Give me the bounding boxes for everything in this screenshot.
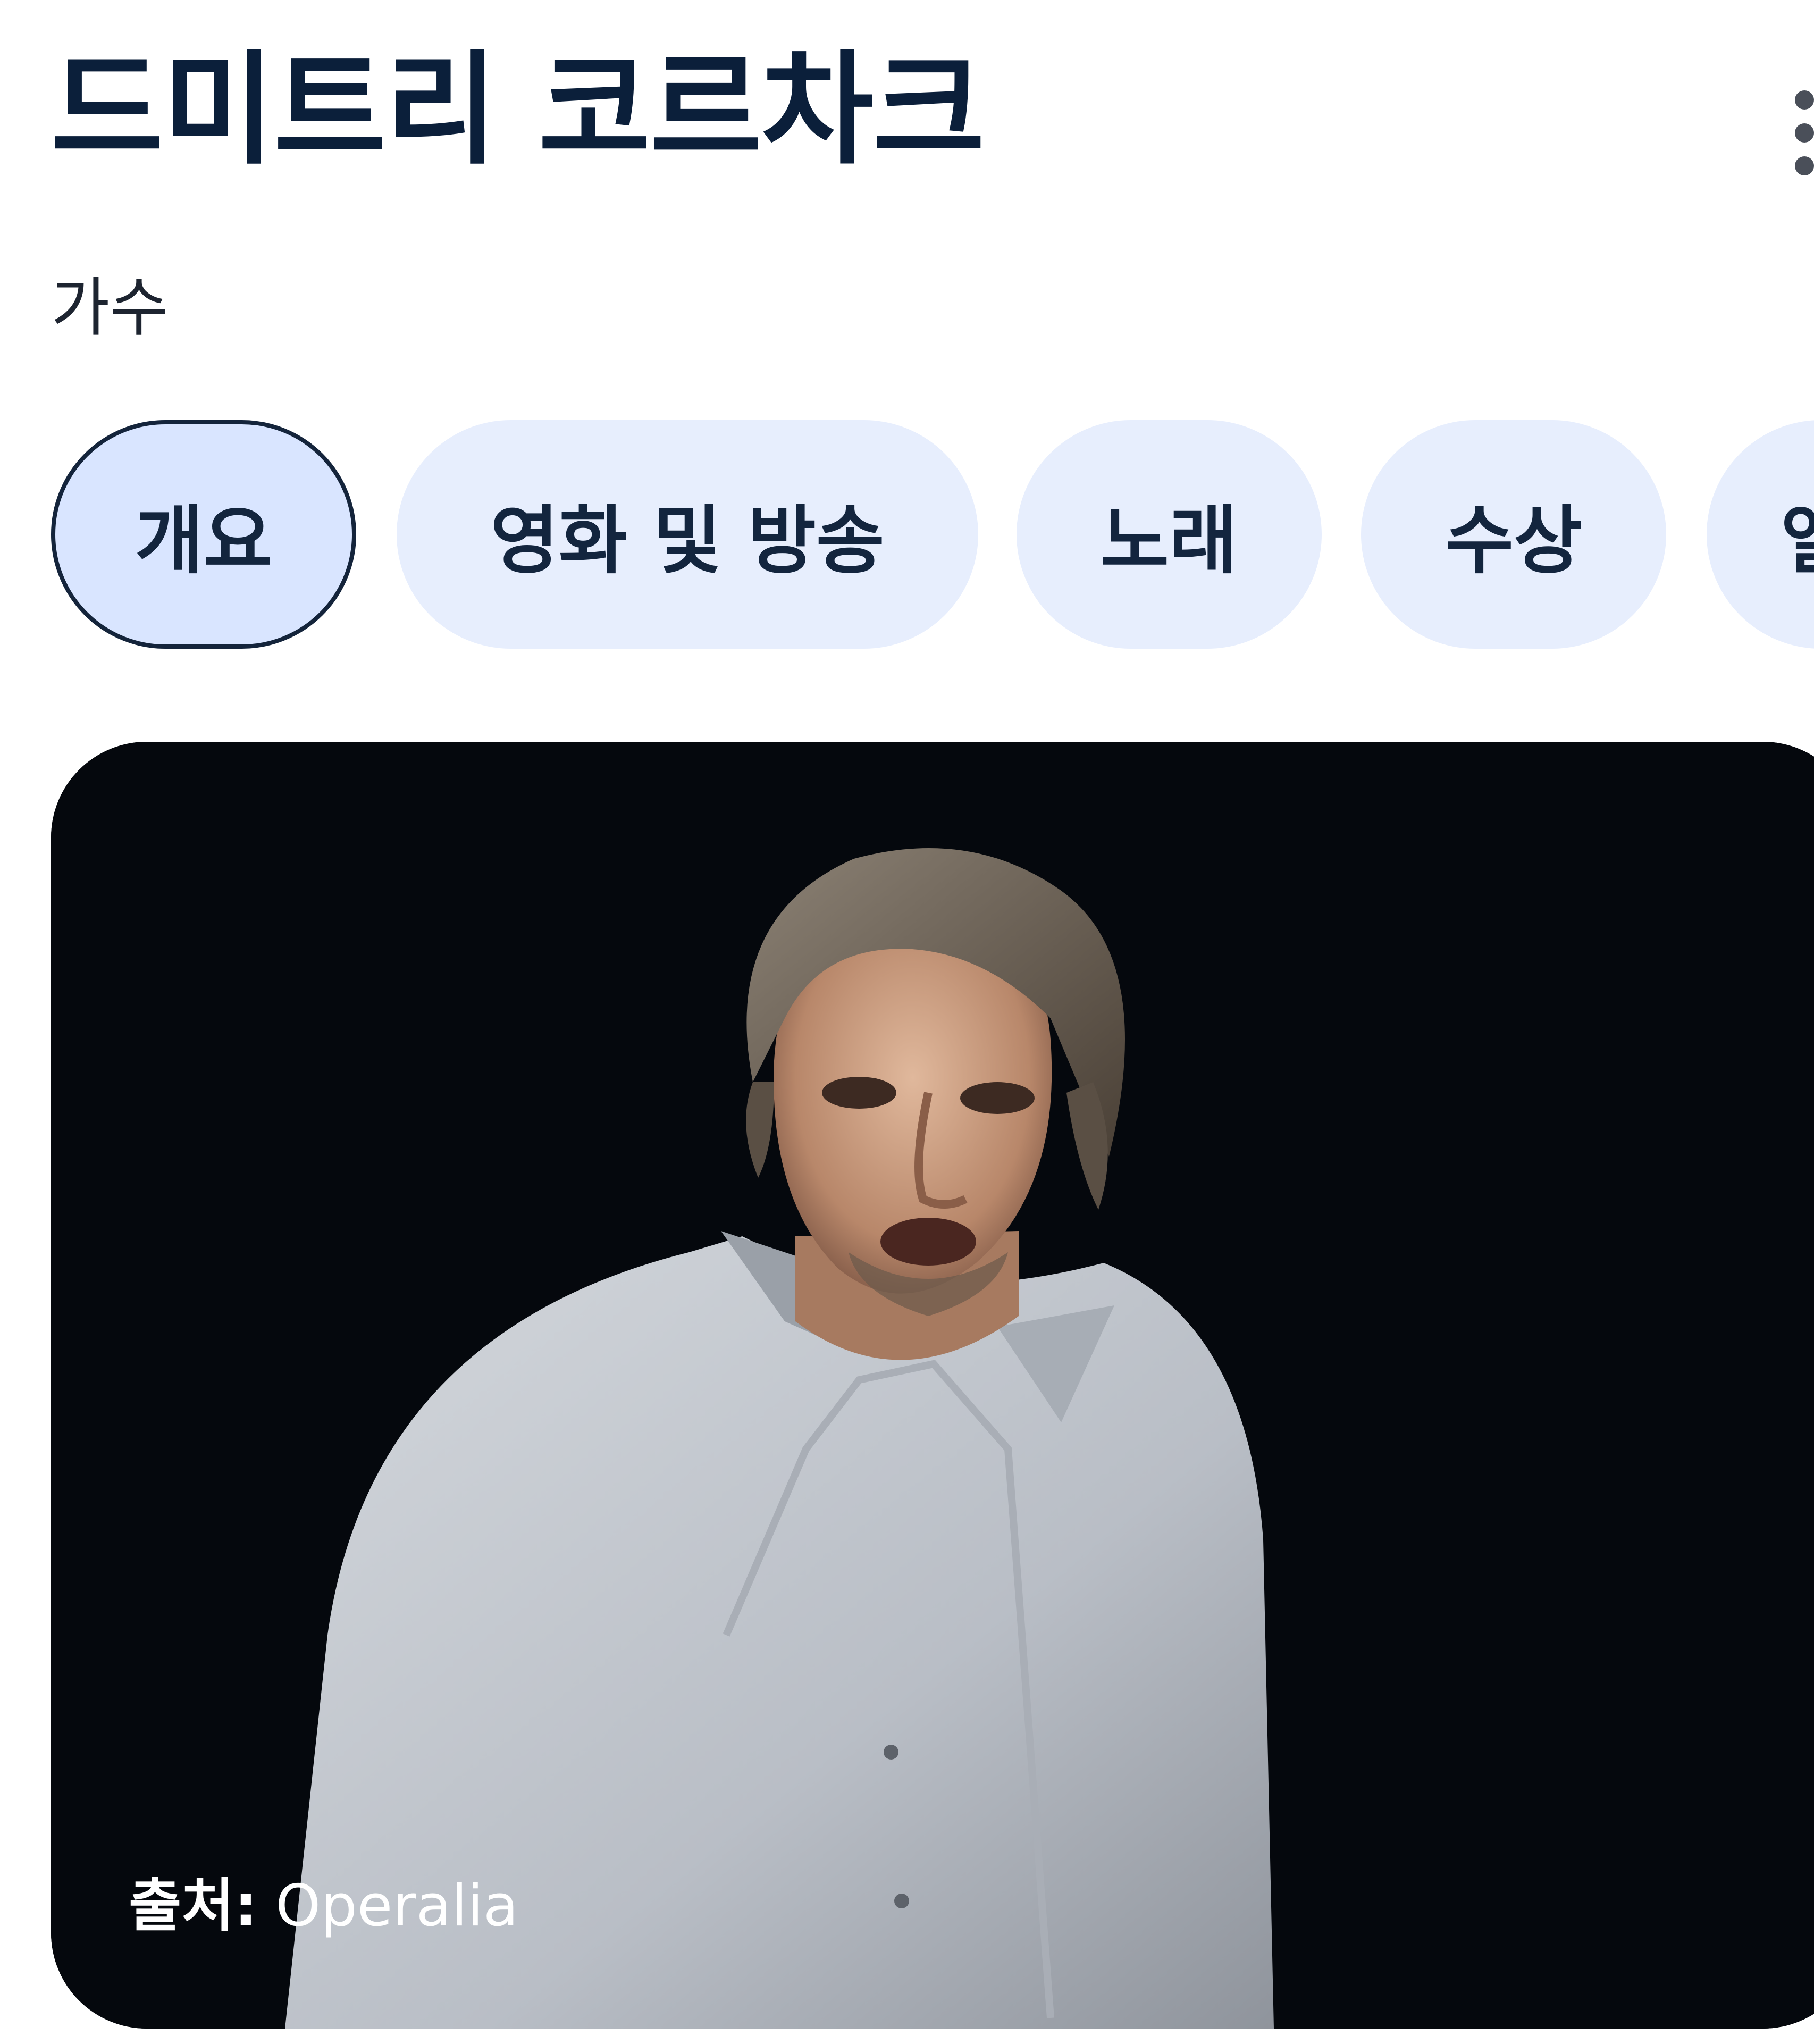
tab-label: 앨 <box>1781 481 1814 588</box>
entity-photo[interactable]: 출처: Operalia <box>51 742 1814 2029</box>
photo-credit: 출처: Operalia <box>129 1872 518 1941</box>
tab-albums[interactable]: 앨 <box>1707 420 1814 649</box>
tab-label: 수상 <box>1445 498 1582 584</box>
entity-subtitle: 가수 <box>51 271 169 345</box>
more-options-button[interactable] <box>1750 80 1814 186</box>
tab-label: 영화 및 방송 <box>490 498 885 584</box>
tab-songs[interactable]: 노래 <box>1017 420 1322 649</box>
photo-credit-source: Operalia <box>275 1873 519 1939</box>
photo-credit-label: 출처: <box>129 1873 257 1939</box>
tab-label: 개요 <box>135 498 272 584</box>
knowledge-panel-header: 드미트리 코르차크 가수 <box>0 0 1814 345</box>
tab-label: 노래 <box>1101 498 1238 584</box>
tab-strip: 개요 영화 및 방송 노래 수상 앨 <box>0 420 1814 654</box>
tab-overview[interactable]: 개요 <box>51 420 356 649</box>
singer-portrait-image <box>51 742 1814 2029</box>
tab-awards[interactable]: 수상 <box>1361 420 1666 649</box>
page-title: 드미트리 코르차크 <box>51 39 985 181</box>
tab-movies-tv[interactable]: 영화 및 방송 <box>397 420 978 649</box>
